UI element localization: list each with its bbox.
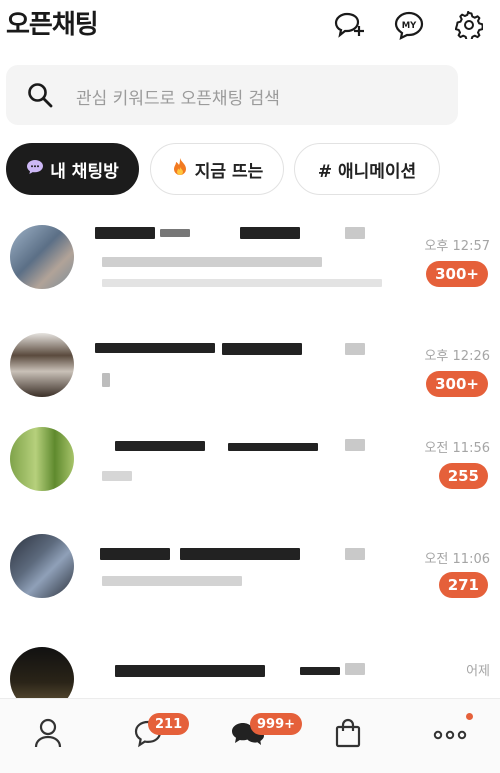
blurred-title — [180, 548, 300, 560]
search-icon — [26, 81, 54, 109]
person-icon — [34, 718, 62, 748]
blurred-title — [222, 343, 302, 355]
friends-tab[interactable] — [28, 713, 68, 753]
blurred-title — [160, 229, 190, 237]
unread-badge: 255 — [438, 463, 488, 489]
chat-row[interactable]: 오후 12:26 300+ — [0, 315, 500, 415]
chat-row[interactable]: 오전 11:56 255 — [0, 415, 500, 515]
avatar — [10, 427, 74, 491]
blurred-title — [345, 439, 365, 451]
blurred-preview — [102, 471, 132, 481]
blurred-title — [345, 663, 365, 675]
fire-icon — [171, 157, 189, 182]
chats-unread-badge: 211 — [148, 713, 190, 735]
my-profile-icon[interactable]: MY — [392, 8, 426, 42]
blurred-preview — [102, 576, 242, 586]
chat-time: 오후 12:26 — [424, 349, 490, 364]
filter-chips: 내 채팅방 지금 뜨는 # 애니메이션 — [0, 143, 500, 195]
chat-time: 어제 — [466, 664, 490, 679]
my-label: MY — [402, 21, 417, 31]
chat-time: 오전 11:06 — [424, 552, 490, 567]
blurred-title — [345, 227, 365, 239]
chip-trending[interactable]: 지금 뜨는 — [150, 143, 284, 195]
chat-bubble-icon — [26, 158, 44, 181]
settings-icon[interactable] — [452, 8, 486, 42]
unread-badge: 271 — [438, 572, 488, 598]
hash-label: # 애니메이션 — [317, 161, 417, 182]
avatar — [10, 333, 74, 397]
blurred-preview — [102, 373, 110, 387]
blurred-preview — [102, 257, 322, 267]
more-dots-icon — [433, 730, 467, 740]
page-title: 오픈채팅 — [6, 10, 99, 40]
more-notification-dot — [466, 713, 473, 720]
chip-animation[interactable]: # 애니메이션 — [294, 143, 440, 195]
blurred-preview — [102, 279, 382, 287]
chat-time: 오후 12:57 — [424, 239, 490, 254]
shopping-tab[interactable] — [328, 713, 368, 753]
blurred-title — [100, 548, 170, 560]
blurred-title — [240, 227, 300, 239]
shopping-bag-icon — [335, 718, 361, 748]
avatar — [10, 225, 74, 289]
blurred-title — [115, 441, 205, 451]
more-tab[interactable] — [430, 713, 470, 753]
blurred-title — [115, 665, 265, 677]
search-bar[interactable]: 관심 키워드로 오픈채팅 검색 — [6, 65, 458, 125]
search-placeholder: 관심 키워드로 오픈채팅 검색 — [76, 89, 280, 109]
openchat-unread-badge: 999+ — [250, 713, 303, 735]
blurred-title — [345, 343, 365, 355]
chip-label: 지금 뜨는 — [194, 161, 264, 182]
unread-badge: 300+ — [426, 261, 488, 287]
unread-badge: 300+ — [426, 371, 488, 397]
chat-row[interactable]: 어제 — [0, 625, 500, 698]
add-chat-icon[interactable] — [332, 8, 366, 42]
blurred-title — [300, 667, 340, 675]
bottom-tab-bar: 211 999+ — [0, 698, 500, 773]
chip-label: 내 채팅방 — [50, 161, 119, 182]
chat-row[interactable]: 오후 12:57 300+ — [0, 205, 500, 305]
blurred-title — [95, 343, 215, 353]
chat-time: 오전 11:56 — [424, 441, 490, 456]
avatar — [10, 534, 74, 598]
chip-my-chatrooms[interactable]: 내 채팅방 — [6, 143, 139, 195]
blurred-title — [228, 443, 318, 451]
header: 오픈채팅 MY — [0, 0, 500, 50]
avatar — [10, 647, 74, 698]
chat-row[interactable]: 오전 11:06 271 — [0, 520, 500, 620]
blurred-title — [345, 548, 365, 560]
blurred-title — [95, 227, 155, 239]
